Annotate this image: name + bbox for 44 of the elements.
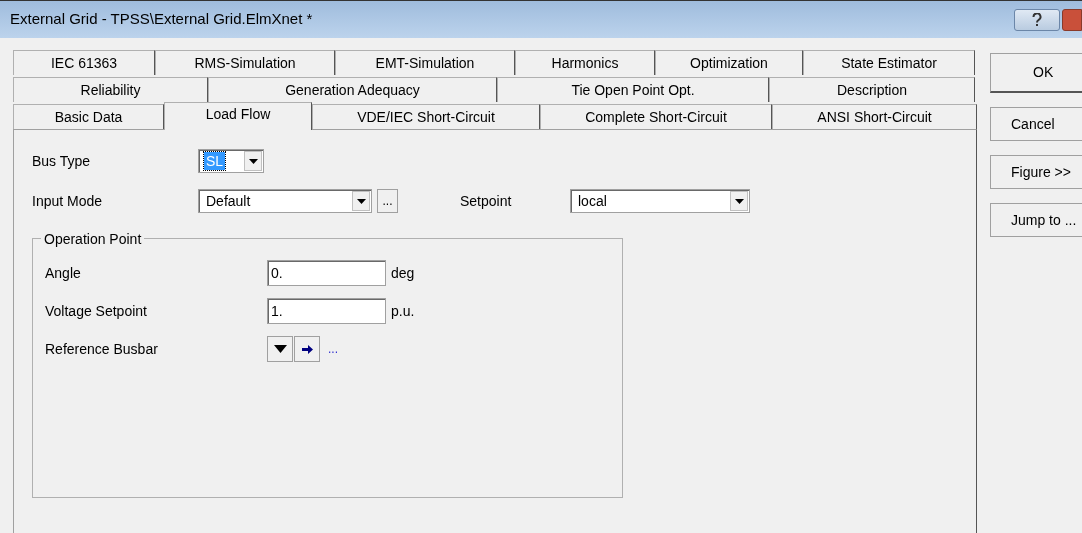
- field-label: Setpoint: [460, 191, 513, 211]
- tab[interactable]: RMS-Simulation: [155, 50, 335, 75]
- voltage-setpoint-field[interactable]: 1.: [267, 298, 386, 324]
- jump-button[interactable]: [294, 336, 320, 362]
- field-label: Voltage Setpoint: [45, 301, 148, 321]
- tab[interactable]: VDE/IEC Short-Circuit: [312, 104, 540, 129]
- tab[interactable]: State Estimator: [803, 50, 975, 75]
- tab[interactable]: Load Flow: [164, 102, 312, 130]
- dialog-button[interactable]: OK: [990, 53, 1082, 93]
- caret-icon: [734, 198, 744, 204]
- tab[interactable]: Description: [769, 77, 975, 102]
- caret-icon: [273, 345, 287, 353]
- help-button[interactable]: [1014, 8, 1060, 31]
- dropdown-button[interactable]: [267, 336, 293, 362]
- tab[interactable]: EMT-Simulation: [335, 50, 515, 75]
- setpoint-dropdown[interactable]: local: [570, 189, 750, 213]
- tab[interactable]: ANSI Short-Circuit: [772, 104, 977, 129]
- dialog-button[interactable]: Jump to ...: [990, 203, 1082, 237]
- field-label: Bus Type: [32, 151, 92, 171]
- more-link[interactable]: ...: [328, 340, 338, 358]
- caret-icon: [248, 158, 258, 164]
- tab[interactable]: Complete Short-Circuit: [540, 104, 772, 129]
- tab[interactable]: Optimization: [655, 50, 803, 75]
- unit-label: p.u.: [391, 301, 415, 321]
- dialog-button[interactable]: Cancel: [990, 107, 1082, 141]
- window-title: External Grid - TPSS\External Grid.ElmXnet *: [10, 9, 313, 30]
- more-button[interactable]: ...: [377, 189, 398, 213]
- arrow-icon: [301, 344, 313, 354]
- close-button[interactable]: [1062, 8, 1082, 31]
- tab[interactable]: IEC 61363: [13, 50, 155, 75]
- input-mode-dropdown[interactable]: Default: [198, 189, 372, 213]
- angle-field[interactable]: 0.: [267, 260, 386, 286]
- tab[interactable]: Tie Open Point Opt.: [497, 77, 769, 102]
- caret-icon: [356, 198, 366, 204]
- field-label: Angle: [45, 263, 82, 283]
- unit-label: deg: [391, 263, 415, 283]
- tab[interactable]: Generation Adequacy: [208, 77, 497, 102]
- tab[interactable]: Harmonics: [515, 50, 655, 75]
- field-label: Input Mode: [32, 191, 104, 211]
- dialog-button[interactable]: Figure >>: [990, 155, 1082, 189]
- help-icon: [1032, 12, 1042, 27]
- tab[interactable]: Reliability: [13, 77, 208, 102]
- field-label: Reference Busbar: [45, 339, 159, 359]
- tab[interactable]: Basic Data: [13, 104, 164, 129]
